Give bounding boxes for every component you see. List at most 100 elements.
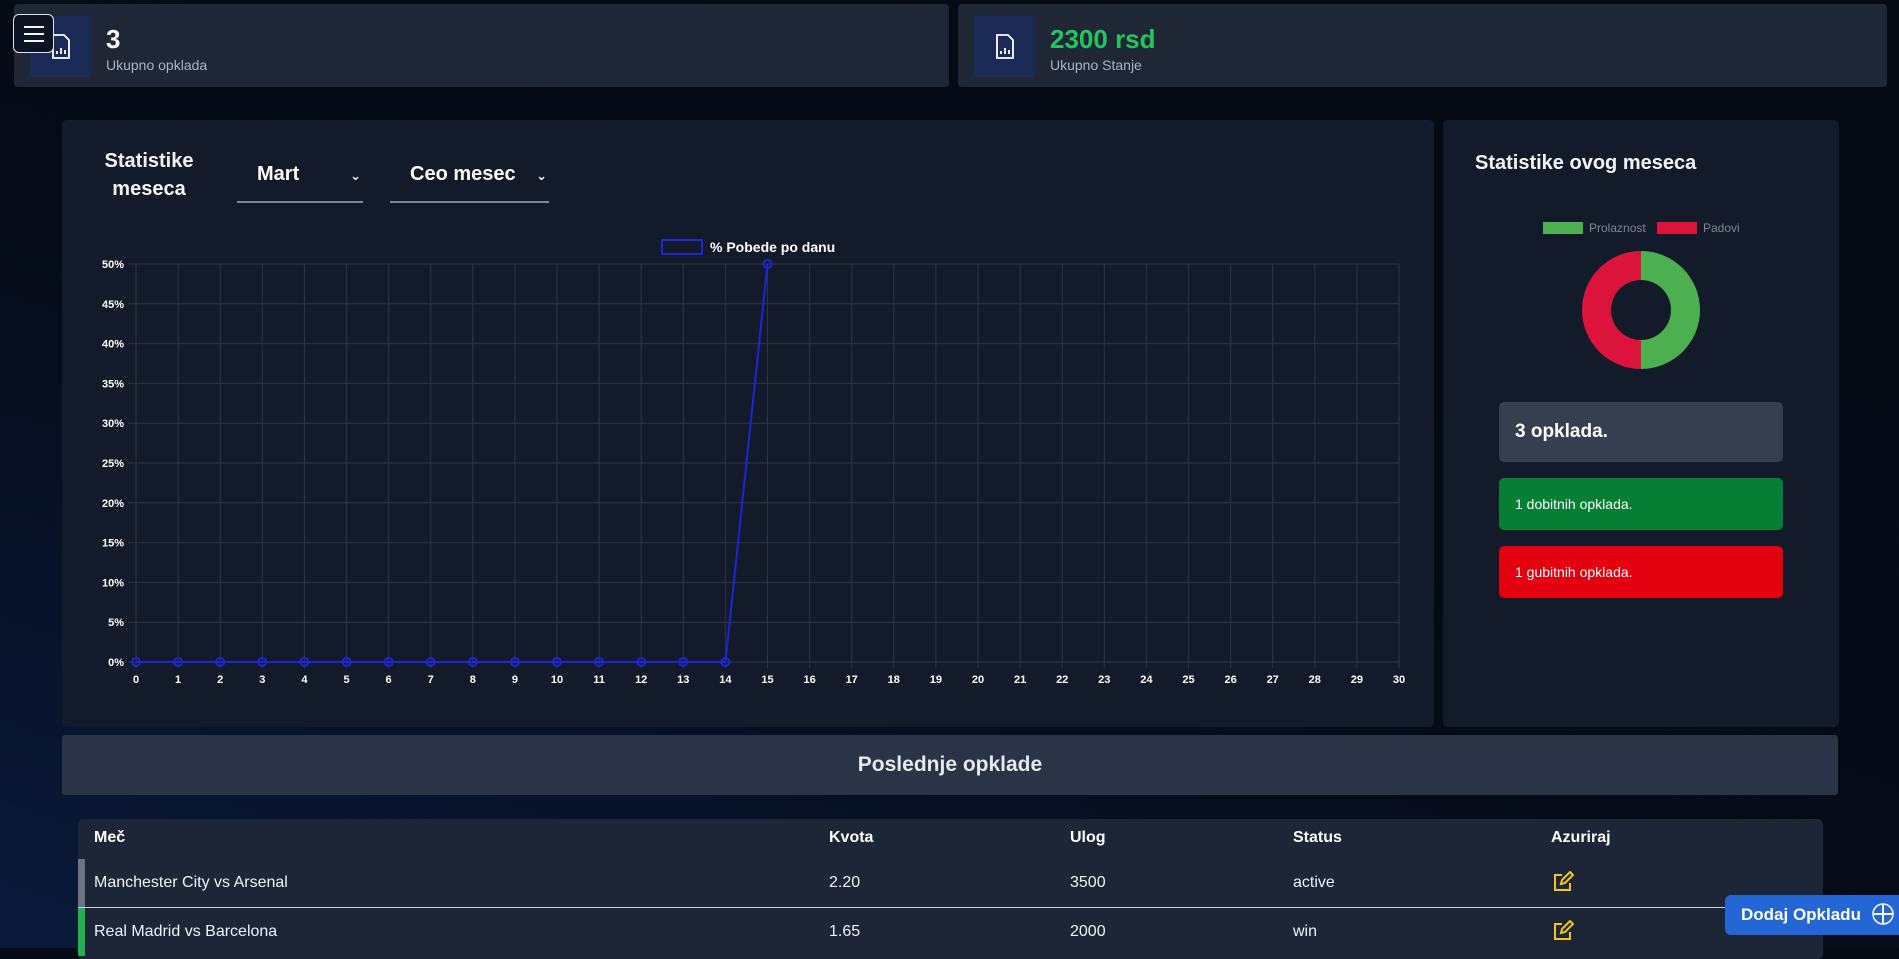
table-row[interactable]: Manchester City vs Arsenal 2.20 3500 act… xyxy=(78,859,1823,908)
x-tick-label: 1 xyxy=(175,674,181,686)
side-panel-title: Statistike ovog meseca xyxy=(1475,152,1697,174)
legend-swatch-losses xyxy=(1657,222,1697,234)
status-indicator xyxy=(78,859,85,907)
stat-card-total-bets: 3 Ukupno opklada xyxy=(14,4,949,87)
add-bet-button[interactable]: Dodaj Opkladu xyxy=(1725,895,1899,935)
hamburger-icon xyxy=(23,25,44,28)
y-tick-label: 35% xyxy=(102,378,124,390)
y-tick-label: 25% xyxy=(102,458,124,470)
donut-slice-prolaznost xyxy=(1641,251,1700,369)
x-tick-label: 12 xyxy=(635,674,647,686)
y-tick-label: 40% xyxy=(102,339,124,351)
x-tick-label: 20 xyxy=(972,674,984,686)
x-tick-label: 10 xyxy=(551,674,563,686)
chart-x-axis: 0 1 2 3 4 5 6 7 8 9 10 11 12 13 14 15 16 17 18 19 20 21 22 23 24… xyxy=(133,674,1405,686)
recent-bets-header: Poslednje opklade xyxy=(62,735,1838,795)
x-tick-label: 4 xyxy=(301,674,308,686)
column-header-stake: Ulog xyxy=(1070,829,1106,846)
match-cell: Real Madrid vs Barcelona xyxy=(94,923,278,940)
x-tick-label: 23 xyxy=(1098,674,1110,686)
stake-cell: 3500 xyxy=(1070,874,1106,891)
status-cell: win xyxy=(1293,923,1318,940)
x-tick-label: 15 xyxy=(761,674,773,686)
y-tick-label: 20% xyxy=(102,498,124,510)
x-tick-label: 27 xyxy=(1267,674,1279,686)
chart-legend-swatch xyxy=(661,239,703,255)
x-tick-label: 19 xyxy=(930,674,942,686)
y-tick-label: 10% xyxy=(102,577,124,589)
x-tick-label: 11 xyxy=(593,674,605,686)
column-header-update: Azuriraj xyxy=(1551,829,1611,846)
match-cell: Manchester City vs Arsenal xyxy=(94,874,288,891)
hamburger-icon-line xyxy=(23,32,44,35)
balance-value: 2300 rsd xyxy=(1050,24,1156,54)
y-tick-label: 5% xyxy=(108,617,124,629)
x-tick-label: 7 xyxy=(428,674,434,686)
x-tick-label: 17 xyxy=(846,674,858,686)
wins-box: 1 dobitnih opklada. xyxy=(1499,478,1783,530)
chart-y-axis: 0% 5% 10% 15% 20% 25% 30% 35% 40% 45% 50% xyxy=(102,259,124,669)
chart-legend-label: % Pobede po danu xyxy=(710,239,835,255)
total-bets-box: 3 opklada. xyxy=(1499,402,1783,462)
menu-toggle-button[interactable] xyxy=(13,14,54,53)
x-tick-label: 18 xyxy=(888,674,900,686)
stake-cell: 2000 xyxy=(1070,923,1106,940)
status-cell: active xyxy=(1293,874,1335,891)
x-tick-label: 28 xyxy=(1309,674,1321,686)
x-tick-label: 2 xyxy=(217,674,223,686)
odds-cell: 1.65 xyxy=(829,923,861,940)
x-tick-label: 6 xyxy=(386,674,392,686)
legend-swatch-wins xyxy=(1543,222,1583,234)
x-tick-label: 13 xyxy=(677,674,689,686)
legend-label-losses: Padovi xyxy=(1703,221,1740,235)
balance-label: Ukupno Stanje xyxy=(1050,57,1142,73)
edit-icon[interactable] xyxy=(1552,870,1575,898)
x-tick-label: 24 xyxy=(1140,674,1153,686)
x-tick-label: 9 xyxy=(512,674,518,686)
x-tick-label: 0 xyxy=(133,674,139,686)
monthly-stats-panel: Statistike meseca Mart ⌄ Ceo mesec ⌄ % P… xyxy=(62,120,1434,727)
wins-text: 1 dobitnih opklada. xyxy=(1515,496,1633,512)
x-tick-label: 26 xyxy=(1224,674,1236,686)
total-bets-value: 3 xyxy=(106,24,121,54)
x-tick-label: 29 xyxy=(1351,674,1363,686)
hamburger-icon-line xyxy=(23,39,44,42)
total-bets-text: 3 opklada. xyxy=(1515,421,1608,442)
total-bets-label: Ukupno opklada xyxy=(106,57,208,73)
y-tick-label: 45% xyxy=(102,299,124,311)
report-icon xyxy=(974,16,1035,77)
y-tick-label: 30% xyxy=(102,418,124,430)
y-tick-label: 50% xyxy=(102,259,124,271)
x-tick-label: 14 xyxy=(719,674,732,686)
x-tick-label: 30 xyxy=(1393,674,1405,686)
table-row[interactable]: Real Madrid vs Barcelona 1.65 2000 win xyxy=(78,908,1823,956)
x-tick-label: 22 xyxy=(1056,674,1068,686)
x-tick-label: 16 xyxy=(803,674,815,686)
edit-icon[interactable] xyxy=(1552,919,1575,947)
this-month-stats-panel: Statistike ovog meseca Prolaznost Padovi… xyxy=(1443,120,1839,727)
win-loss-donut-chart: Prolaznost Padovi xyxy=(1543,221,1740,369)
column-header-match: Meč xyxy=(94,829,126,846)
x-tick-label: 25 xyxy=(1182,674,1194,686)
donut-slice-padovi xyxy=(1582,251,1641,369)
column-header-odds: Kvota xyxy=(829,829,874,846)
y-tick-label: 15% xyxy=(102,538,124,550)
losses-box: 1 gubitnih opklada. xyxy=(1499,546,1783,598)
x-tick-label: 8 xyxy=(470,674,476,686)
bets-table: Meč Kvota Ulog Status Azuriraj Mancheste… xyxy=(78,819,1823,959)
x-tick-label: 3 xyxy=(259,674,265,686)
odds-cell: 2.20 xyxy=(829,874,861,891)
losses-text: 1 gubitnih opklada. xyxy=(1515,564,1633,580)
donut-slices xyxy=(1582,251,1700,369)
add-bet-label: Dodaj Opkladu xyxy=(1741,905,1861,924)
x-tick-label: 21 xyxy=(1014,674,1026,686)
column-header-status: Status xyxy=(1293,829,1342,846)
chart-grid xyxy=(128,263,1400,668)
x-tick-label: 5 xyxy=(343,674,349,686)
status-indicator xyxy=(78,908,85,956)
win-rate-line-chart: % Pobede po danu 0% 5% 10% 15% 20% 25% 30% 35% 4… xyxy=(102,239,1405,686)
y-tick-label: 0% xyxy=(108,657,124,669)
stat-card-balance: 2300 rsd Ukupno Stanje xyxy=(958,4,1887,87)
legend-label-wins: Prolaznost xyxy=(1589,221,1646,235)
recent-bets-title: Poslednje opklade xyxy=(857,753,1043,776)
